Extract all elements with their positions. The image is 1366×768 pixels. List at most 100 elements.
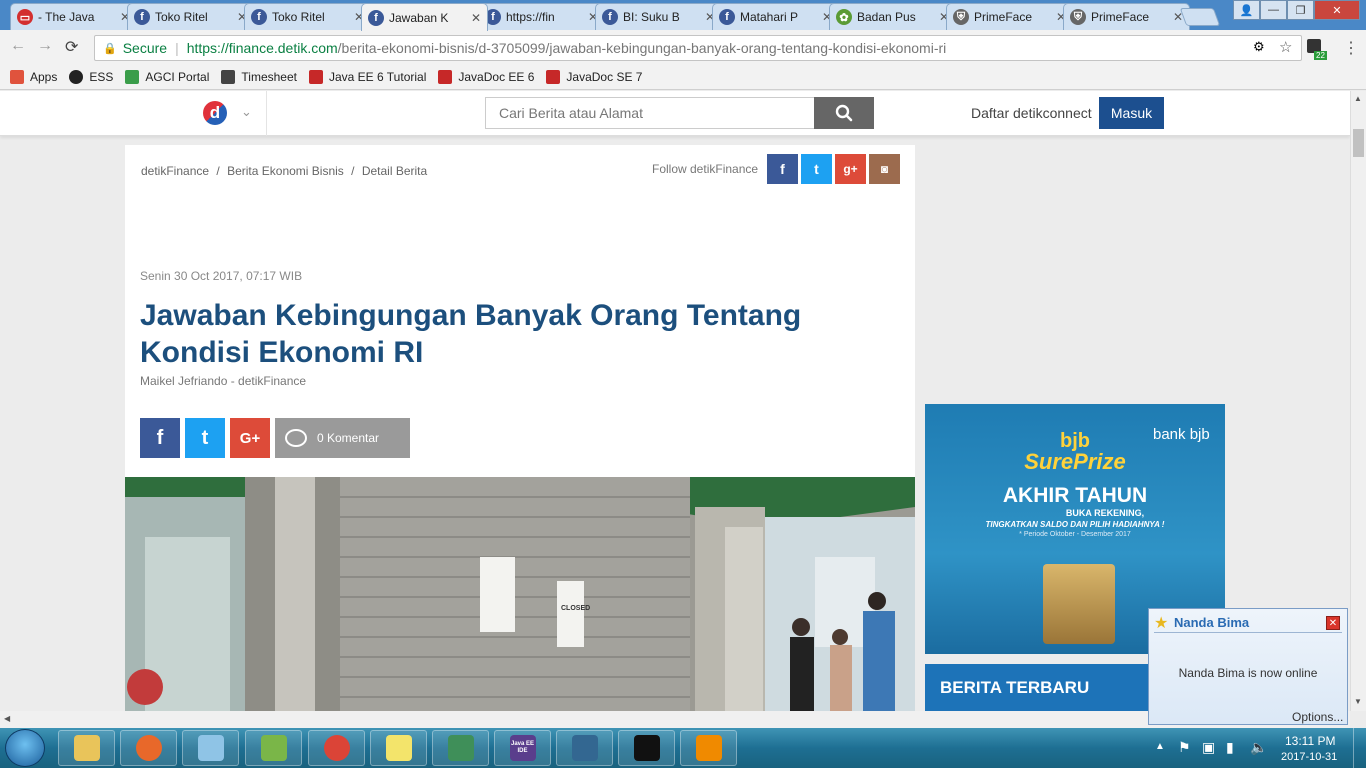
follow-facebook-icon[interactable]: f bbox=[767, 154, 798, 184]
breadcrumb-item[interactable]: detikFinance bbox=[141, 164, 209, 178]
taskbar-app-button[interactable] bbox=[618, 730, 675, 766]
taskbar-app-button[interactable] bbox=[370, 730, 427, 766]
search-button[interactable] bbox=[814, 97, 874, 129]
browser-tab[interactable]: f https://fin ✕ bbox=[478, 3, 605, 30]
facebook-icon: f bbox=[134, 9, 150, 25]
tab-title: Badan Pus bbox=[857, 10, 916, 24]
taskbar-app-button[interactable] bbox=[182, 730, 239, 766]
bookmark-label: JavaDoc EE 6 bbox=[458, 69, 535, 84]
bookmark-item[interactable]: ESS bbox=[69, 69, 113, 84]
bookmark-item[interactable]: Java EE 6 Tutorial bbox=[308, 69, 426, 84]
clock-date[interactable]: 2017-10-31 bbox=[1281, 751, 1337, 763]
browser-tab[interactable]: f BI: Suku B ✕ bbox=[595, 3, 722, 30]
ad-line2: SurePrize bbox=[1024, 449, 1126, 474]
chrome-icon bbox=[323, 735, 350, 761]
clock-time[interactable]: 13:11 PM bbox=[1285, 734, 1335, 748]
oracle-icon bbox=[546, 69, 561, 84]
close-window-button[interactable]: ✕ bbox=[1314, 0, 1360, 20]
facebook-icon: f bbox=[251, 9, 267, 25]
new-tab-button[interactable] bbox=[1179, 8, 1221, 26]
tab-title: Matahari P bbox=[740, 10, 799, 24]
browser-tab[interactable]: f Matahari P ✕ bbox=[712, 3, 839, 30]
facebook-icon: f bbox=[719, 9, 735, 25]
taskbar-app-button[interactable] bbox=[245, 730, 302, 766]
tab-close-icon[interactable]: ✕ bbox=[471, 11, 481, 25]
breadcrumb: detikFinance / Berita Ekonomi Bisnis / D… bbox=[141, 164, 427, 178]
browser-tab[interactable]: ⛨ PrimeFace ✕ bbox=[1063, 3, 1190, 30]
follow-instagram-icon[interactable]: ◙ bbox=[869, 154, 900, 184]
search-input[interactable]: Cari Berita atau Alamat bbox=[485, 97, 815, 129]
browser-tab[interactable]: ✿ Badan Pus ✕ bbox=[829, 3, 956, 30]
show-desktop-button[interactable] bbox=[1353, 728, 1366, 768]
tab-title: PrimeFace bbox=[1091, 10, 1150, 24]
taskbar-app-button[interactable] bbox=[680, 730, 737, 766]
forward-icon[interactable]: → bbox=[37, 37, 53, 55]
power-tray-icon[interactable]: ▮ bbox=[1226, 739, 1234, 756]
follow-twitter-icon[interactable]: t bbox=[801, 154, 832, 184]
editor-icon bbox=[260, 735, 287, 761]
taskbar-app-button[interactable] bbox=[432, 730, 489, 766]
maximize-button[interactable]: ❐ bbox=[1287, 0, 1314, 20]
notification-message: Nanda Bima is now online bbox=[1178, 666, 1318, 680]
notification-options-link[interactable]: Options... bbox=[1292, 710, 1343, 724]
chevron-down-icon[interactable]: ⌄ bbox=[241, 104, 252, 120]
bookmark-star-icon[interactable]: ☆ bbox=[1279, 38, 1292, 56]
oracle-icon: ▭ bbox=[17, 9, 33, 25]
secure-label: Secure bbox=[122, 40, 168, 56]
terminal-icon bbox=[633, 735, 660, 761]
volume-icon[interactable]: 🔈 bbox=[1250, 739, 1267, 756]
bookmarks-bar: Apps ESS AGCI Portal Timesheet Java EE 6 Tut… bbox=[0, 64, 1366, 90]
breadcrumb-item[interactable]: Detail Berita bbox=[362, 164, 427, 178]
shield-icon: ⛨ bbox=[953, 9, 969, 25]
show-hidden-icons-icon[interactable]: ▲ bbox=[1155, 741, 1165, 752]
share-facebook-icon[interactable]: f bbox=[140, 418, 180, 458]
minimize-button[interactable]: — bbox=[1260, 0, 1287, 20]
detik-logo[interactable]: d bbox=[203, 101, 227, 125]
taskbar-app-button[interactable]: Java EE IDE bbox=[494, 730, 551, 766]
menu-icon[interactable]: ⋮ bbox=[1343, 38, 1359, 58]
browser-tab[interactable]: f Toko Ritel ✕ bbox=[244, 3, 371, 30]
taskbar-app-button[interactable] bbox=[556, 730, 613, 766]
reload-icon[interactable]: ⟳ bbox=[65, 37, 78, 57]
bookmark-item[interactable]: AGCI Portal bbox=[125, 69, 209, 84]
scroll-down-icon[interactable]: ▼ bbox=[1354, 697, 1362, 706]
comments-button[interactable]: 0 Komentar bbox=[275, 418, 410, 458]
network-tray-icon[interactable]: ⚑ bbox=[1178, 739, 1191, 756]
notification-sender: Nanda Bima bbox=[1174, 615, 1250, 630]
bookmark-item[interactable]: Timesheet bbox=[221, 69, 297, 84]
tab-title: BI: Suku B bbox=[623, 10, 680, 24]
taskbar-app-button[interactable] bbox=[58, 730, 115, 766]
page-scrollbar[interactable]: ▲ ▼ bbox=[1350, 91, 1366, 711]
taskbar-app-button[interactable] bbox=[308, 730, 365, 766]
im-notification[interactable]: ★ Nanda Bima ✕ Nanda Bima is now online … bbox=[1148, 608, 1348, 725]
url-bar[interactable]: 🔒 Secure | https://finance.detik.com /be… bbox=[94, 35, 1302, 61]
back-icon[interactable]: ← bbox=[10, 37, 26, 55]
browser-tab[interactable]: f Toko Ritel ✕ bbox=[127, 3, 254, 30]
notification-close-button[interactable]: ✕ bbox=[1326, 616, 1340, 630]
scroll-left-icon[interactable]: ◀ bbox=[4, 714, 10, 723]
comments-count: 0 Komentar bbox=[317, 431, 380, 445]
browser-tab[interactable]: ▭ - The Java ✕ bbox=[10, 3, 137, 30]
register-link[interactable]: Daftar detikconnect bbox=[971, 105, 1092, 121]
scroll-up-icon[interactable]: ▲ bbox=[1354, 94, 1362, 103]
follow-googleplus-icon[interactable]: g+ bbox=[835, 154, 866, 184]
browser-tab[interactable]: ⛨ PrimeFace ✕ bbox=[946, 3, 1073, 30]
breadcrumb-item[interactable]: Berita Ekonomi Bisnis bbox=[227, 164, 344, 178]
windows-explorer-icon bbox=[73, 735, 100, 761]
share-twitter-icon[interactable]: t bbox=[185, 418, 225, 458]
site-settings-icon[interactable]: ⚙ bbox=[1253, 39, 1265, 55]
start-button[interactable] bbox=[5, 729, 45, 767]
ad-period: * Periode Oktober - Desember 2017 bbox=[1019, 531, 1131, 538]
scrollbar-thumb[interactable] bbox=[1353, 129, 1364, 157]
bookmark-item[interactable]: Apps bbox=[10, 69, 57, 84]
device-tray-icon[interactable]: ▣ bbox=[1202, 739, 1215, 756]
photo-sign-text: CLOSED bbox=[561, 605, 591, 612]
lock-icon: 🔒 bbox=[103, 42, 117, 55]
share-googleplus-icon[interactable]: G+ bbox=[230, 418, 270, 458]
browser-tab[interactable]: f Jawaban K ✕ bbox=[361, 3, 488, 31]
bookmark-item[interactable]: JavaDoc SE 7 bbox=[546, 69, 642, 84]
user-button[interactable]: 👤 bbox=[1233, 0, 1260, 20]
bookmark-item[interactable]: JavaDoc EE 6 bbox=[438, 69, 535, 84]
login-button[interactable]: Masuk bbox=[1099, 97, 1164, 129]
taskbar-app-button[interactable] bbox=[120, 730, 177, 766]
